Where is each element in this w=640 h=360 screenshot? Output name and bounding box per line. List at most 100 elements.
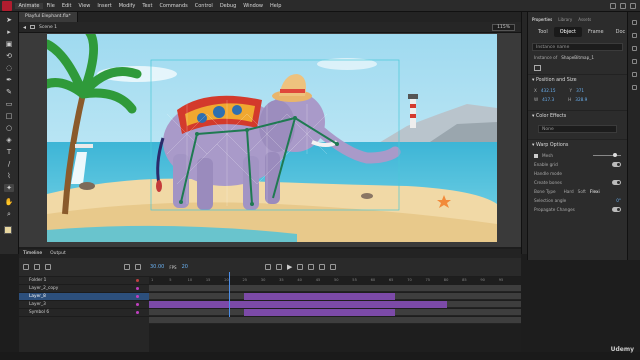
document-tab[interactable]: Playful Elephant.fla*: [19, 12, 78, 22]
frame-row[interactable]: [149, 293, 521, 300]
create-bones-toggle[interactable]: [612, 180, 621, 185]
brush-tool-icon[interactable]: ✎: [4, 88, 14, 96]
menu-app[interactable]: Animate: [15, 2, 43, 9]
camera-icon[interactable]: [124, 264, 130, 270]
layer-color-dot[interactable]: [136, 303, 139, 306]
layer-row-layer-8[interactable]: Layer_8: [19, 293, 149, 301]
eraser-tool-icon[interactable]: ▭: [4, 100, 14, 108]
oval-tool-icon[interactable]: ○: [4, 124, 14, 132]
tab-frame[interactable]: Frame: [582, 27, 610, 37]
new-layer-icon[interactable]: [23, 264, 29, 270]
prev-frame-icon[interactable]: [275, 264, 282, 270]
fps-value[interactable]: 30.00: [150, 264, 164, 270]
free-transform-icon[interactable]: ▣: [4, 40, 14, 48]
subselection-tool-icon[interactable]: ▸: [4, 28, 14, 36]
menu-edit[interactable]: Edit: [58, 3, 75, 9]
mesh-checkbox[interactable]: [534, 153, 538, 158]
tween-span[interactable]: [243, 309, 395, 316]
menu-insert[interactable]: Insert: [94, 3, 115, 9]
menu-modify[interactable]: Modify: [115, 3, 139, 9]
tab-object[interactable]: Object: [553, 27, 583, 37]
frame-grid[interactable]: 1 5 10 15 20 25 30 35 40 45 50 55 60 65 70 75 80 85 90 95: [149, 277, 521, 352]
warp-options-header[interactable]: ▾ Warp Options: [528, 139, 627, 151]
paint-bucket-icon[interactable]: ◈: [4, 136, 14, 144]
enable-grid-toggle[interactable]: [612, 162, 621, 167]
color-dock-icon[interactable]: [631, 46, 637, 51]
scene-label[interactable]: Scene 1: [39, 25, 57, 30]
code-dock-icon[interactable]: [631, 85, 637, 90]
frame-row[interactable]: [149, 317, 521, 324]
hand-tool-icon[interactable]: ✋: [4, 198, 14, 206]
menu-view[interactable]: View: [75, 3, 94, 9]
tween-span[interactable]: [243, 293, 395, 300]
menu-control[interactable]: Control: [191, 3, 216, 9]
tab-output[interactable]: Output: [50, 251, 66, 256]
layer-color-dot[interactable]: [136, 295, 139, 298]
h-value[interactable]: 328.9: [575, 97, 587, 102]
y-value[interactable]: 371: [576, 88, 584, 93]
frame-ruler[interactable]: 1 5 10 15 20 25 30 35 40 45 50 55 60 65 70 75 80 85 90 95: [149, 277, 521, 285]
layer-row-layer-3[interactable]: Layer_3: [19, 301, 149, 309]
layer-row-symbol-6[interactable]: Symbol 6: [19, 309, 149, 317]
tab-timeline[interactable]: Timeline: [23, 251, 42, 256]
tab-library[interactable]: Library: [558, 17, 572, 22]
last-frame-icon[interactable]: [308, 264, 315, 270]
playhead[interactable]: [229, 272, 230, 317]
menu-debug[interactable]: Debug: [216, 3, 239, 9]
bone-flexi-option[interactable]: Flexi: [590, 189, 600, 194]
new-folder-icon[interactable]: [34, 264, 40, 270]
rectangle-tool-icon[interactable]: □: [4, 112, 14, 120]
frame-value[interactable]: 20: [182, 264, 188, 270]
fill-color-swatch[interactable]: [4, 226, 12, 234]
layer-color-dot[interactable]: [136, 311, 139, 314]
menu-text[interactable]: Text: [139, 3, 156, 9]
asset-warp-tool-icon[interactable]: ✦: [4, 184, 14, 192]
tab-properties[interactable]: Properties: [532, 17, 552, 22]
line-tool-icon[interactable]: /: [4, 160, 14, 168]
zoom-select[interactable]: 115%: [492, 23, 515, 31]
instance-name-value[interactable]: ShapeBitmap_1: [561, 55, 594, 60]
back-arrow-icon[interactable]: ◂: [23, 24, 26, 31]
play-icon[interactable]: ▶: [287, 263, 292, 271]
stage-canvas[interactable]: [47, 34, 497, 242]
mesh-slider[interactable]: [593, 153, 621, 157]
selection-angle-value[interactable]: 0°: [616, 198, 621, 203]
close-icon[interactable]: [630, 2, 636, 9]
menu-commands[interactable]: Commands: [156, 3, 191, 9]
tween-span[interactable]: [149, 301, 447, 308]
align-dock-icon[interactable]: [631, 59, 637, 64]
frame-row[interactable]: [149, 285, 521, 292]
position-size-header[interactable]: ▾ Position and Size: [528, 74, 627, 86]
color-effects-header[interactable]: ▾ Color Effects: [528, 110, 627, 122]
layer-color-dot[interactable]: [136, 279, 139, 282]
lasso-tool-icon[interactable]: ◌: [4, 64, 14, 72]
next-frame-icon[interactable]: [297, 264, 304, 270]
onion-skin-icon[interactable]: [330, 264, 337, 270]
menu-window[interactable]: Window: [240, 3, 267, 9]
first-frame-icon[interactable]: [264, 264, 271, 270]
layer-depth-icon[interactable]: [135, 264, 141, 270]
bone-soft-option[interactable]: Soft: [578, 189, 586, 194]
zoom-tool-icon[interactable]: ⌕: [4, 210, 14, 218]
library-dock-icon[interactable]: [631, 33, 637, 38]
tab-assets[interactable]: Assets: [578, 17, 591, 22]
swap-icon[interactable]: [534, 65, 541, 71]
frame-row[interactable]: [149, 309, 521, 316]
color-effect-select[interactable]: None: [538, 125, 617, 133]
delete-layer-icon[interactable]: [45, 264, 51, 270]
eyedropper-icon[interactable]: ⌇: [4, 172, 14, 180]
rotate-tool-icon[interactable]: ⟲: [4, 52, 14, 60]
maximize-icon[interactable]: [620, 2, 626, 9]
text-tool-icon[interactable]: T: [4, 148, 14, 156]
tab-tool[interactable]: Tool: [532, 27, 554, 37]
pen-tool-icon[interactable]: ✒: [4, 76, 14, 84]
instance-name-field[interactable]: Instance name: [532, 43, 623, 51]
layer-color-dot[interactable]: [136, 287, 139, 290]
w-value[interactable]: 417.3: [542, 97, 554, 102]
x-value[interactable]: 432.15: [541, 88, 556, 93]
selection-tool-icon[interactable]: ➤: [4, 16, 14, 24]
loop-icon[interactable]: [319, 264, 326, 270]
minimize-icon[interactable]: [610, 2, 616, 9]
transform-dock-icon[interactable]: [631, 72, 637, 77]
properties-dock-icon[interactable]: [631, 20, 637, 25]
